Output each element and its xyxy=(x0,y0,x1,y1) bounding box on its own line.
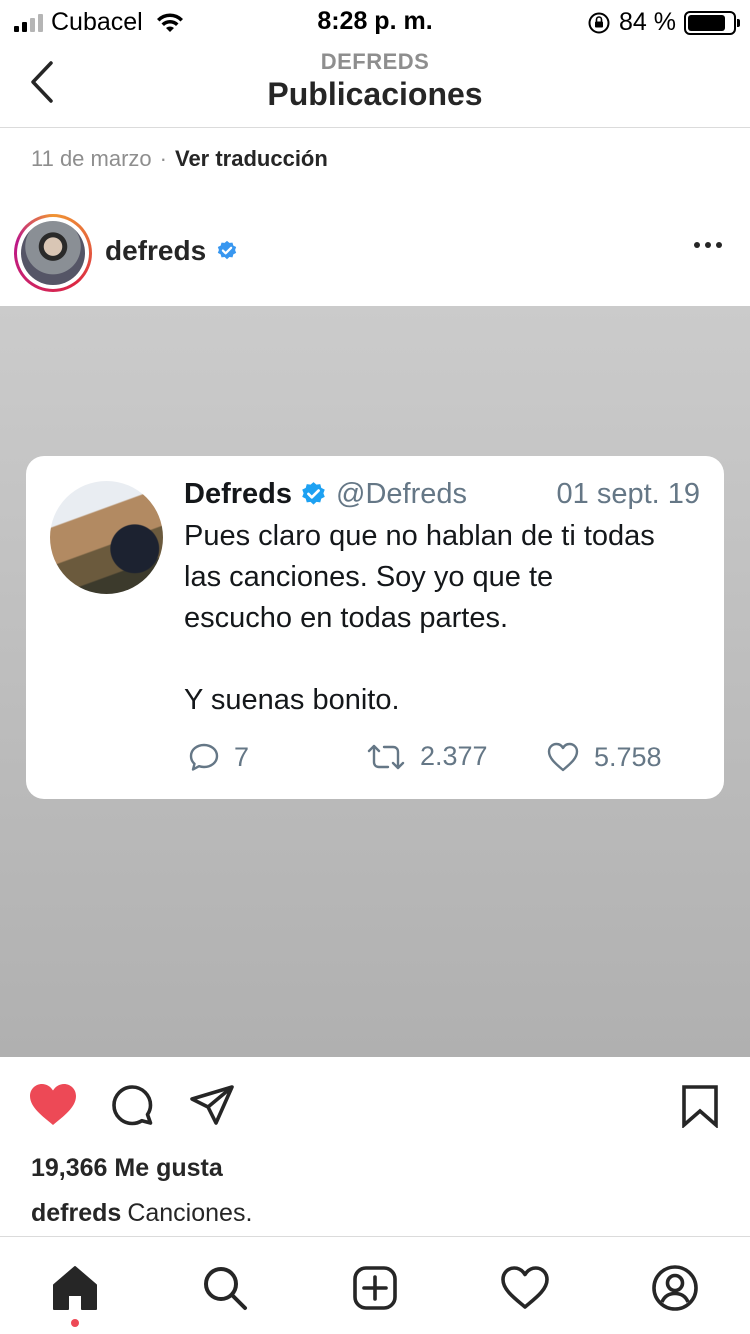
reply-icon xyxy=(189,743,219,771)
battery-level xyxy=(688,14,725,31)
post-header: defreds xyxy=(0,212,750,294)
tab-new-post[interactable] xyxy=(350,1263,400,1313)
tweet-author-name: Defreds xyxy=(184,478,292,510)
likes-count[interactable]: 19,366 Me gusta xyxy=(31,1154,223,1183)
comment-bubble-icon xyxy=(112,1085,153,1126)
tab-activity[interactable] xyxy=(500,1263,550,1313)
tab-profile[interactable] xyxy=(650,1263,700,1313)
caption-username[interactable]: defreds xyxy=(31,1199,121,1227)
date-separator: · xyxy=(159,146,167,171)
tab-search[interactable] xyxy=(200,1263,250,1313)
plus-square-icon xyxy=(353,1266,397,1310)
home-icon xyxy=(53,1266,97,1310)
tweet-heart-icon xyxy=(547,742,579,772)
more-options-button[interactable] xyxy=(694,242,722,248)
like-button[interactable] xyxy=(28,1082,78,1133)
post-username[interactable]: defreds xyxy=(105,235,206,267)
profile-icon xyxy=(652,1265,698,1311)
status-bar: Cubacel 8:28 p. m. 84 % xyxy=(0,0,750,40)
post-image[interactable]: Defreds @Defreds 01 sept. 19 Pues claro … xyxy=(0,306,750,1057)
comment-button[interactable] xyxy=(108,1082,156,1135)
heart-outline-icon xyxy=(501,1266,549,1309)
share-button[interactable] xyxy=(188,1082,236,1135)
ellipsis-icon xyxy=(694,242,700,248)
search-icon xyxy=(204,1267,247,1310)
save-button[interactable] xyxy=(680,1084,720,1133)
nav-header: DEFREDS Publicaciones xyxy=(0,40,750,128)
tweet-handle: @Defreds xyxy=(336,478,467,510)
status-right: 84 % xyxy=(587,8,740,37)
tweet-avatar xyxy=(50,481,163,594)
tweet-text: Pues claro que no hablan de ti todas las… xyxy=(184,520,655,716)
tweet-retweet-count: 2.377 xyxy=(420,741,488,771)
bookmark-icon xyxy=(682,1085,718,1129)
tweet-actions: 7 2.377 5.758 xyxy=(186,741,686,775)
battery-percent: 84 % xyxy=(619,8,676,36)
avatar xyxy=(21,221,85,285)
notification-dot xyxy=(71,1319,79,1327)
tweet-date: 01 sept. 19 xyxy=(556,478,701,510)
heart-filled-icon xyxy=(30,1084,76,1125)
page-title: Publicaciones xyxy=(267,76,483,112)
caption-text: Canciones. xyxy=(127,1199,253,1227)
post-caption: defreds Canciones. xyxy=(31,1199,252,1228)
verified-badge-icon xyxy=(217,240,237,260)
orientation-lock-icon xyxy=(588,12,610,33)
header-subtitle: DEFREDS xyxy=(320,49,430,74)
post-action-bar xyxy=(0,1078,750,1134)
translate-link[interactable]: Ver traducción xyxy=(175,146,328,172)
post-date: 11 de marzo xyxy=(31,146,152,171)
post-date-row: 11 de marzo · Ver traducción xyxy=(31,146,328,172)
retweet-icon xyxy=(367,744,405,769)
tweet-like-count: 5.758 xyxy=(594,741,662,772)
tweet-verified-icon xyxy=(302,482,325,505)
tweet-card: Defreds @Defreds 01 sept. 19 Pues claro … xyxy=(26,456,724,799)
tweet-name-row: Defreds xyxy=(184,478,327,511)
post-username-row: defreds xyxy=(105,235,238,267)
tweet-reply-count: 7 xyxy=(234,741,250,772)
tweet-reply: 7 xyxy=(188,741,249,773)
tab-home[interactable] xyxy=(50,1263,100,1313)
bottom-tab-bar xyxy=(0,1236,750,1334)
battery-icon xyxy=(684,10,740,35)
tweet-retweet: 2.377 xyxy=(366,741,488,772)
story-ring-avatar[interactable] xyxy=(14,214,92,292)
paper-plane-icon xyxy=(190,1085,234,1125)
tweet-like: 5.758 xyxy=(546,741,662,773)
